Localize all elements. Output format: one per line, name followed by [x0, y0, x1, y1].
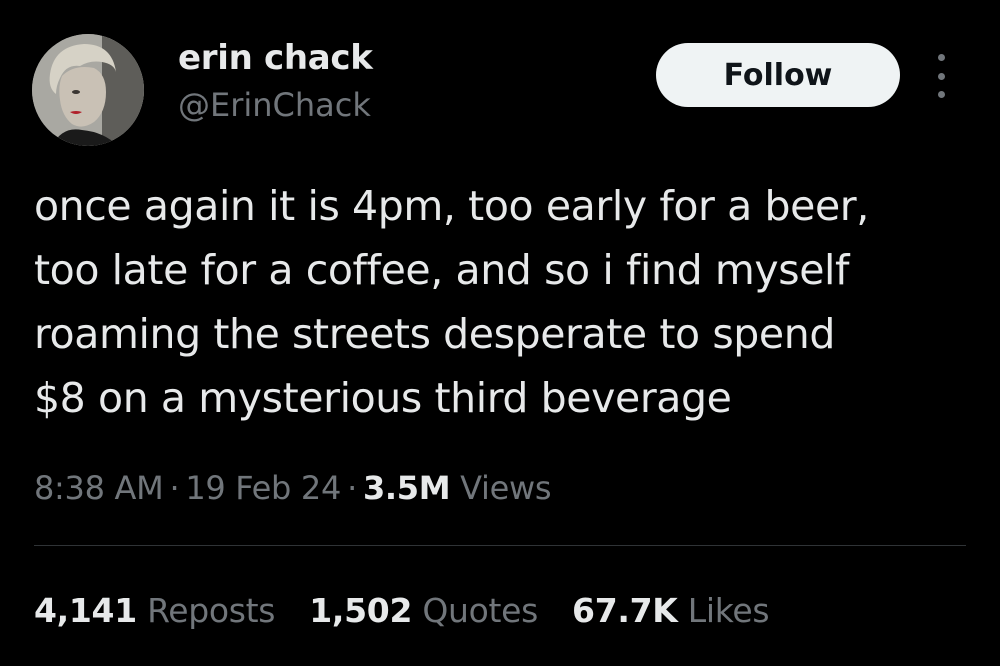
tweet-meta: 8:38 AM · 19 Feb 24 · 3.5M Views: [34, 466, 552, 510]
more-vertical-icon[interactable]: [926, 54, 956, 98]
avatar[interactable]: [32, 34, 144, 146]
tweet-text-line: roaming the streets desperate to spend: [34, 310, 835, 358]
engagement-stats: 4,141 Reposts 1,502 Quotes 67.7K Likes: [34, 588, 803, 634]
more-dot: [937, 54, 945, 61]
tweet-card: erin chack @ErinChack Follow once again …: [0, 0, 1000, 666]
tweet-text-line: too late for a coffee, and so i find mys…: [34, 246, 850, 294]
tweet-time[interactable]: 8:38 AM: [34, 469, 164, 507]
author-display-name[interactable]: erin chack: [178, 36, 373, 80]
reposts-stat[interactable]: 4,141 Reposts: [34, 588, 276, 634]
reposts-count: 4,141: [34, 591, 137, 630]
tweet-text-line: once again it is 4pm, too early for a be…: [34, 182, 869, 230]
more-dot: [937, 91, 945, 98]
quotes-count: 1,502: [309, 591, 413, 630]
meta-separator: ·: [347, 469, 357, 507]
views-label: Views: [460, 469, 552, 507]
quotes-label: Quotes: [422, 591, 539, 630]
author-handle[interactable]: @ErinChack: [178, 84, 373, 126]
profile-photo-icon: [32, 34, 144, 146]
follow-button[interactable]: Follow: [656, 43, 900, 107]
divider: [34, 545, 966, 546]
likes-stat[interactable]: 67.7K Likes: [572, 588, 769, 634]
meta-separator: ·: [169, 469, 180, 507]
likes-count: 67.7K: [572, 591, 678, 630]
views-count: 3.5M: [362, 469, 451, 507]
tweet-text: once again it is 4pm, too early for a be…: [34, 174, 974, 430]
author-info: erin chack @ErinChack: [178, 36, 373, 126]
tweet-text-line: $8 on a mysterious third beverage: [34, 374, 732, 422]
reposts-label: Reposts: [147, 591, 276, 630]
likes-label: Likes: [687, 591, 770, 630]
quotes-stat[interactable]: 1,502 Quotes: [309, 588, 538, 634]
more-dot: [937, 72, 945, 80]
tweet-date[interactable]: 19 Feb 24: [185, 469, 341, 507]
